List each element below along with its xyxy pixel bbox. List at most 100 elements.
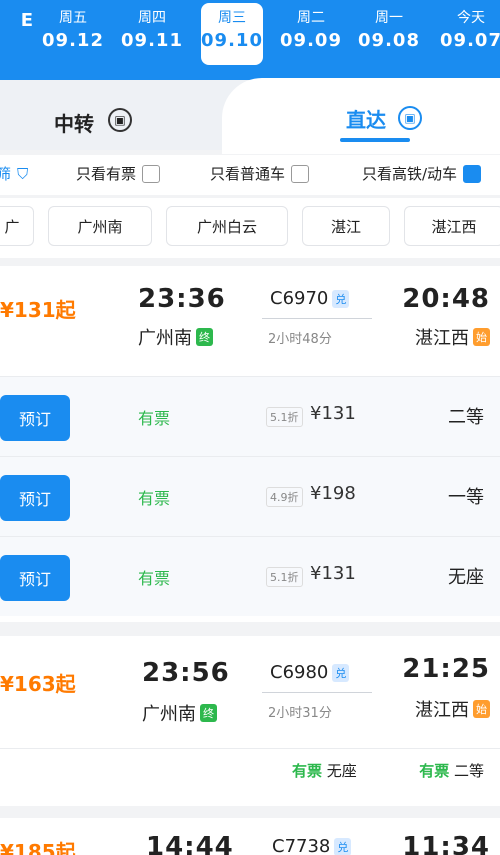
train-number: C7738	[272, 836, 331, 855]
date-day: 09.10	[201, 30, 263, 51]
seat-price: ¥131	[310, 403, 356, 424]
book-button[interactable]: 预订	[0, 475, 70, 521]
date-weekday: 今天	[457, 10, 485, 26]
seat-price: ¥198	[310, 483, 356, 504]
train-icon: ▣	[108, 108, 132, 132]
date-day: 09.08	[358, 30, 420, 51]
tab-direct-label: 直达	[346, 108, 386, 132]
date-item-thu[interactable]: 周四 09.11	[121, 8, 183, 64]
date-day: E	[20, 10, 34, 31]
book-button[interactable]: 预订	[0, 395, 70, 441]
lowest-price: ¥185起	[0, 840, 76, 855]
train-number: C6980	[270, 662, 329, 683]
departure-station: 湛江西	[415, 700, 469, 721]
seat-price: ¥131	[310, 563, 356, 584]
seat-row: 一等 ¥198 4.9折 有票 预订	[0, 456, 500, 536]
availability: 有票	[138, 569, 171, 588]
seat-row: 二等 ¥131 5.1折 有票 预订	[0, 376, 500, 456]
chip-station[interactable]: 湛江	[302, 206, 390, 246]
funnel-icon: ⛉	[17, 164, 29, 183]
departure-time: 11:34	[402, 832, 490, 855]
discount-badge: 5.1折	[266, 567, 303, 587]
chip-station[interactable]: 广州白云	[166, 206, 288, 246]
lowest-price: ¥163起	[0, 672, 76, 696]
date-weekday: 周三	[218, 10, 246, 26]
duration-line	[262, 318, 372, 319]
checkbox-has-ticket[interactable]	[142, 164, 161, 183]
mini-seat: 有票 二等	[419, 760, 484, 781]
departure-time: 21:25	[402, 654, 490, 684]
filter-link-label: 筛	[0, 165, 12, 183]
filter-high-speed[interactable]: 只看高铁/动车	[362, 163, 482, 184]
seat-class: 无座	[448, 567, 484, 588]
train-card[interactable]: 11:34 C7738 兑 14:44 ¥185起	[0, 818, 500, 855]
filter-has-ticket-label: 只看有票	[76, 165, 137, 183]
lowest-price: ¥131起	[0, 298, 76, 322]
seat-class: 二等	[448, 407, 484, 428]
date-item-mon[interactable]: 周一 09.08	[358, 8, 420, 64]
date-item-wed-selected[interactable]: 周三 09.10	[201, 3, 263, 65]
checkbox-high-speed[interactable]	[463, 164, 482, 183]
availability: 有票	[138, 409, 171, 428]
filter-high-speed-label: 只看高铁/动车	[362, 165, 458, 183]
date-day: 09.12	[42, 30, 104, 51]
date-weekday: 周二	[297, 10, 325, 26]
date-weekday: 周一	[375, 10, 403, 26]
arrival-time: 23:56	[142, 658, 230, 688]
arrival-time: 14:44	[146, 832, 234, 855]
date-item-tue[interactable]: 周二 09.09	[280, 8, 342, 64]
date-weekday: 周四	[138, 10, 166, 26]
end-tag: 终	[196, 328, 213, 346]
date-weekday: 周五	[59, 10, 87, 26]
station-chip-row: 湛江西 湛江 广州白云 广州南 广	[0, 198, 500, 258]
tab-transfer[interactable]: 中转	[54, 108, 94, 137]
availability: 有票	[419, 762, 450, 780]
filter-normal[interactable]: 只看普通车	[210, 163, 310, 184]
checkbox-normal[interactable]	[291, 164, 310, 183]
mini-seat: 有票 无座	[292, 760, 357, 781]
date-item-today[interactable]: 今天 09.07	[440, 8, 500, 64]
discount-badge: 5.1折	[266, 407, 303, 427]
filter-button[interactable]: 筛 ⛉	[0, 163, 28, 184]
start-tag: 始	[473, 328, 490, 346]
seat-class: 一等	[448, 487, 484, 508]
exchange-tag: 兑	[332, 663, 350, 682]
seat-row: 无座 ¥131 5.1折 有票 预订	[0, 536, 500, 616]
date-item-fri[interactable]: 周五 09.12	[42, 8, 104, 64]
end-tag: 终	[200, 704, 217, 722]
date-day: 09.09	[280, 30, 342, 51]
exchange-tag: 兑	[334, 837, 352, 855]
start-tag: 始	[473, 700, 490, 718]
availability: 有票	[292, 762, 323, 780]
arrival-time: 23:36	[138, 284, 226, 314]
seat-class: 无座	[326, 762, 357, 780]
filter-normal-label: 只看普通车	[210, 165, 286, 183]
date-item-more[interactable]: E	[0, 8, 34, 64]
duration: 2小时48分	[268, 332, 332, 347]
train-card[interactable]: 20:48 湛江西 始 C6970 兑 2小时48分 23:36 广州南 终 ¥…	[0, 266, 500, 622]
departure-time: 20:48	[402, 284, 490, 314]
train-card[interactable]: 21:25 湛江西 始 C6980 兑 2小时31分 23:56 广州南 终 ¥…	[0, 636, 500, 806]
filter-has-ticket[interactable]: 只看有票	[76, 163, 161, 184]
date-day: 09.07	[440, 30, 500, 51]
arrival-station: 广州南	[142, 704, 196, 725]
chip-station[interactable]: 广	[0, 206, 34, 246]
arrival-station: 广州南	[138, 328, 192, 349]
duration: 2小时31分	[268, 706, 332, 721]
filter-row: 只看高铁/动车 只看普通车 只看有票 筛 ⛉	[0, 155, 500, 195]
date-day: 09.11	[121, 30, 183, 51]
chip-station[interactable]: 广州南	[48, 206, 152, 246]
availability: 有票	[138, 489, 171, 508]
exchange-tag: 兑	[332, 289, 350, 308]
train-number: C6970	[270, 288, 329, 309]
date-strip: 今天 09.07 周一 09.08 周二 09.09 周三 09.10 周四 0…	[0, 0, 500, 86]
divider	[0, 748, 500, 749]
duration-line	[262, 692, 372, 693]
train-icon: ▣	[398, 106, 422, 130]
tab-underline	[340, 138, 410, 142]
departure-station: 湛江西	[415, 328, 469, 349]
seat-class: 二等	[453, 762, 484, 780]
book-button[interactable]: 预订	[0, 555, 70, 601]
discount-badge: 4.9折	[266, 487, 303, 507]
chip-station[interactable]: 湛江西	[404, 206, 500, 246]
